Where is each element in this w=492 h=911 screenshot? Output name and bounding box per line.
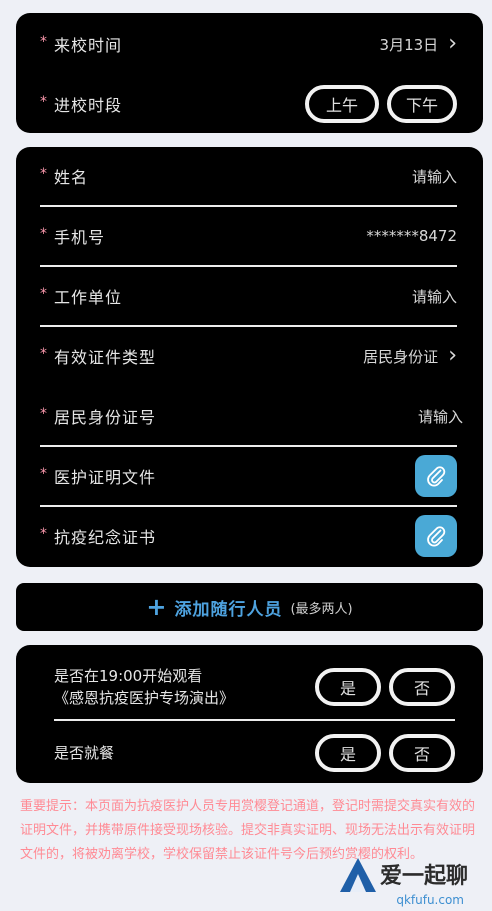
name-row[interactable]: * 姓名 请输入	[40, 147, 457, 207]
required-star-icon: *	[40, 346, 48, 362]
required-star-icon: *	[40, 34, 48, 50]
add-companion-label: 添加随行人员	[174, 599, 283, 620]
required-star-icon: *	[40, 526, 48, 542]
show-options: 是 否	[315, 668, 455, 706]
info-card: * 姓名 请输入 * 手机号 *******8472 * 工作单位 请输入 * 有效证件…	[16, 147, 483, 567]
medical-proof-row: * 医护证明文件	[40, 447, 457, 507]
required-star-icon: *	[40, 226, 48, 242]
required-star-icon: *	[40, 406, 48, 422]
watermark-text: 爱一起聊	[380, 864, 469, 889]
meal-yes-button[interactable]: 是	[315, 734, 381, 772]
required-star-icon: *	[40, 94, 48, 110]
watermark-url: qkfufu.com	[396, 893, 464, 907]
required-star-icon: *	[40, 286, 48, 302]
show-no-button[interactable]: 否	[389, 668, 455, 706]
id-number-row[interactable]: * 居民身份证号 请输入	[40, 387, 463, 447]
watermark: 爱一起聊 qkfufu.com	[336, 841, 486, 907]
chevron-right-icon: ›	[448, 343, 457, 368]
paperclip-icon	[427, 526, 446, 547]
visit-period-row: * 进校时段 上午 下午	[40, 75, 457, 133]
questions-card: 是否在19:00开始观看 《感恩抗疫医护专场演出》 是 否 是否就餐 是 否	[16, 645, 483, 783]
add-companion-button[interactable]: + 添加随行人员 (最多两人)	[16, 583, 483, 631]
phone-value[interactable]: *******8472	[366, 227, 457, 245]
meal-question: 是否就餐	[54, 744, 115, 762]
commemorative-label: 抗疫纪念证书	[54, 528, 157, 547]
required-star-icon: *	[40, 466, 48, 482]
commemorative-upload-button[interactable]	[415, 515, 457, 557]
period-afternoon-button[interactable]: 下午	[387, 85, 457, 123]
id-number-input[interactable]: 请输入	[418, 406, 463, 427]
visit-card: * 来校时间 3月13日 › * 进校时段 上午 下午	[16, 13, 483, 133]
medical-proof-upload-button[interactable]	[415, 455, 457, 497]
visit-date-row[interactable]: * 来校时间 3月13日 ›	[40, 15, 457, 73]
add-companion-note: (最多两人)	[290, 601, 353, 617]
id-number-label: 居民身份证号	[54, 408, 157, 427]
chevron-right-icon: ›	[448, 31, 457, 56]
paperclip-icon	[427, 466, 446, 487]
show-yes-button[interactable]: 是	[315, 668, 381, 706]
period-morning-button[interactable]: 上午	[305, 85, 379, 123]
id-type-value: 居民身份证	[363, 347, 439, 366]
plus-icon: +	[146, 593, 167, 621]
workplace-row[interactable]: * 工作单位 请输入	[40, 267, 457, 327]
phone-label: 手机号	[54, 228, 106, 247]
visit-date-label: 来校时间	[54, 36, 123, 55]
medical-proof-label: 医护证明文件	[54, 468, 157, 487]
id-type-row[interactable]: * 有效证件类型 居民身份证 ›	[40, 327, 457, 385]
workplace-label: 工作单位	[54, 288, 123, 307]
required-star-icon: *	[40, 166, 48, 182]
meal-question-row: 是否就餐 是 否	[54, 725, 455, 781]
visit-date-value: 3月13日	[379, 35, 439, 54]
workplace-input[interactable]: 请输入	[412, 286, 457, 307]
name-input[interactable]: 请输入	[412, 166, 457, 187]
watermark-logo-icon	[340, 858, 376, 892]
show-question-line2: 《感恩抗疫医护专场演出》	[54, 689, 235, 707]
name-label: 姓名	[54, 168, 89, 187]
period-options: 上午 下午	[305, 85, 457, 123]
show-question-row: 是否在19:00开始观看 《感恩抗疫医护专场演出》 是 否	[54, 655, 455, 721]
phone-row[interactable]: * 手机号 *******8472	[40, 207, 457, 267]
id-type-label: 有效证件类型	[54, 348, 157, 367]
meal-no-button[interactable]: 否	[389, 734, 455, 772]
show-question-line1: 是否在19:00开始观看	[54, 667, 203, 685]
commemorative-row: * 抗疫纪念证书	[40, 507, 457, 565]
meal-options: 是 否	[315, 734, 455, 772]
visit-period-label: 进校时段	[54, 96, 123, 115]
